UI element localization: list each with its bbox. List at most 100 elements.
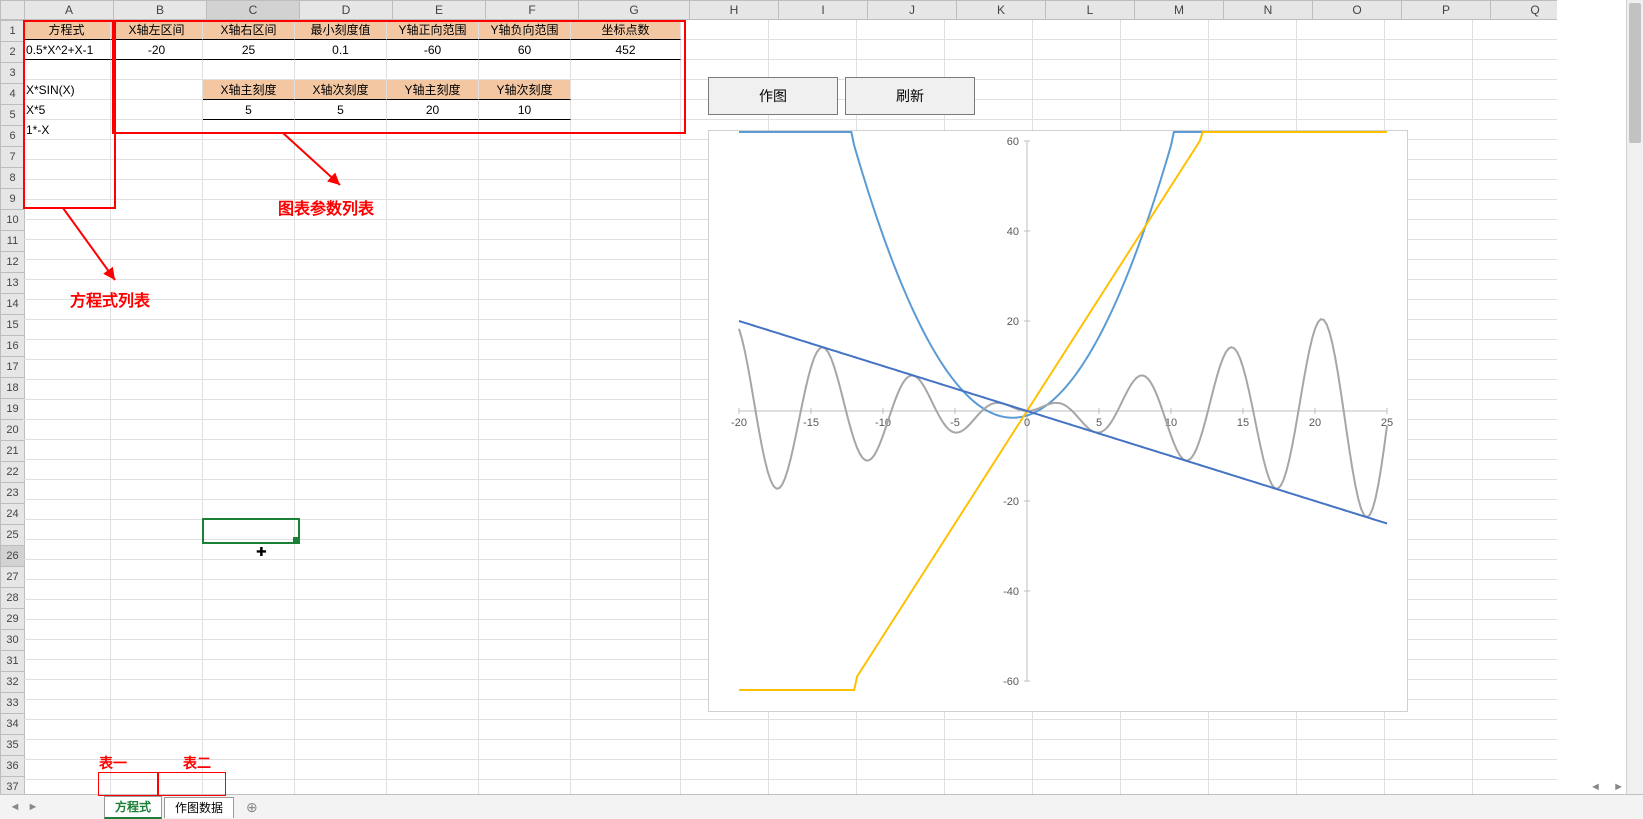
cell[interactable] bbox=[111, 500, 203, 520]
cell[interactable] bbox=[681, 40, 769, 60]
cell[interactable] bbox=[681, 720, 769, 740]
cell[interactable] bbox=[479, 560, 571, 580]
row-29[interactable]: 29 bbox=[0, 609, 25, 630]
cell[interactable] bbox=[857, 40, 945, 60]
cell[interactable] bbox=[1473, 500, 1557, 520]
cell[interactable]: Y轴主刻度 bbox=[387, 80, 479, 100]
cell[interactable] bbox=[203, 440, 295, 460]
cell[interactable] bbox=[479, 480, 571, 500]
cell[interactable] bbox=[23, 520, 111, 540]
cell[interactable] bbox=[203, 740, 295, 760]
cell[interactable] bbox=[295, 480, 387, 500]
cell[interactable]: 0.1 bbox=[295, 40, 387, 60]
cell[interactable] bbox=[111, 220, 203, 240]
cell[interactable] bbox=[1209, 60, 1297, 80]
cell[interactable] bbox=[1209, 40, 1297, 60]
cell[interactable] bbox=[1473, 260, 1557, 280]
cell[interactable]: Y轴负向范围 bbox=[479, 20, 571, 40]
scroll-right-icon[interactable]: ► bbox=[1610, 781, 1627, 793]
cell[interactable] bbox=[203, 220, 295, 240]
cell[interactable] bbox=[387, 160, 479, 180]
cell[interactable] bbox=[387, 140, 479, 160]
cell[interactable] bbox=[295, 720, 387, 740]
cell[interactable] bbox=[857, 20, 945, 40]
cell[interactable] bbox=[23, 240, 111, 260]
cell[interactable] bbox=[111, 440, 203, 460]
cell[interactable] bbox=[1473, 160, 1557, 180]
cell[interactable] bbox=[571, 380, 681, 400]
cell[interactable] bbox=[23, 320, 111, 340]
cell[interactable] bbox=[1473, 140, 1557, 160]
cell[interactable] bbox=[111, 400, 203, 420]
cell[interactable] bbox=[111, 320, 203, 340]
cell[interactable]: X轴左区间 bbox=[111, 20, 203, 40]
cell[interactable] bbox=[295, 220, 387, 240]
cell[interactable] bbox=[479, 620, 571, 640]
cell[interactable] bbox=[387, 180, 479, 200]
row-5[interactable]: 5 bbox=[0, 105, 25, 126]
cell[interactable] bbox=[111, 300, 203, 320]
cell[interactable] bbox=[111, 540, 203, 560]
cell[interactable] bbox=[387, 320, 479, 340]
cell[interactable] bbox=[23, 300, 111, 320]
cell[interactable] bbox=[1473, 700, 1557, 720]
cell[interactable] bbox=[479, 60, 571, 80]
cell[interactable] bbox=[387, 540, 479, 560]
row-21[interactable]: 21 bbox=[0, 441, 25, 462]
cell[interactable]: X轴右区间 bbox=[203, 20, 295, 40]
cell[interactable] bbox=[1209, 100, 1297, 120]
cell[interactable] bbox=[295, 280, 387, 300]
cell[interactable] bbox=[571, 280, 681, 300]
cell[interactable] bbox=[479, 220, 571, 240]
row-33[interactable]: 33 bbox=[0, 693, 25, 714]
cell[interactable]: 最小刻度值 bbox=[295, 20, 387, 40]
cell[interactable] bbox=[111, 60, 203, 80]
cell[interactable] bbox=[681, 760, 769, 780]
cell[interactable] bbox=[203, 180, 295, 200]
cell[interactable]: Y轴次刻度 bbox=[479, 80, 571, 100]
cell[interactable] bbox=[945, 20, 1033, 40]
cell[interactable] bbox=[681, 20, 769, 40]
cell[interactable] bbox=[1473, 300, 1557, 320]
cell[interactable] bbox=[479, 240, 571, 260]
cell[interactable] bbox=[479, 300, 571, 320]
cell[interactable] bbox=[1473, 480, 1557, 500]
cell[interactable] bbox=[571, 580, 681, 600]
cell[interactable] bbox=[203, 760, 295, 780]
cell[interactable]: 5 bbox=[295, 100, 387, 120]
cell[interactable] bbox=[479, 500, 571, 520]
cell[interactable] bbox=[23, 200, 111, 220]
cell[interactable] bbox=[23, 500, 111, 520]
cell[interactable] bbox=[1385, 760, 1473, 780]
row-16[interactable]: 16 bbox=[0, 336, 25, 357]
cell[interactable] bbox=[295, 160, 387, 180]
cell[interactable] bbox=[1473, 660, 1557, 680]
cell[interactable] bbox=[203, 540, 295, 560]
col-G[interactable]: G bbox=[579, 0, 690, 20]
row-3[interactable]: 3 bbox=[0, 63, 25, 84]
cell[interactable] bbox=[111, 620, 203, 640]
cell[interactable] bbox=[203, 620, 295, 640]
cell[interactable] bbox=[23, 620, 111, 640]
cell[interactable] bbox=[1033, 60, 1121, 80]
cell[interactable] bbox=[203, 560, 295, 580]
cell[interactable] bbox=[769, 760, 857, 780]
cell[interactable] bbox=[479, 740, 571, 760]
fill-handle[interactable] bbox=[293, 537, 299, 543]
row-34[interactable]: 34 bbox=[0, 714, 25, 735]
cell[interactable] bbox=[1209, 80, 1297, 100]
row-9[interactable]: 9 bbox=[0, 189, 25, 210]
cell[interactable] bbox=[479, 540, 571, 560]
scrollbar-thumb[interactable] bbox=[1629, 3, 1641, 143]
cell[interactable] bbox=[111, 240, 203, 260]
cell[interactable] bbox=[295, 620, 387, 640]
cell[interactable] bbox=[571, 460, 681, 480]
cell[interactable] bbox=[571, 360, 681, 380]
cell[interactable] bbox=[203, 680, 295, 700]
cell[interactable] bbox=[387, 400, 479, 420]
cell[interactable] bbox=[111, 700, 203, 720]
cell[interactable] bbox=[571, 80, 681, 100]
cell[interactable] bbox=[479, 660, 571, 680]
cell[interactable] bbox=[479, 380, 571, 400]
cell[interactable] bbox=[111, 720, 203, 740]
